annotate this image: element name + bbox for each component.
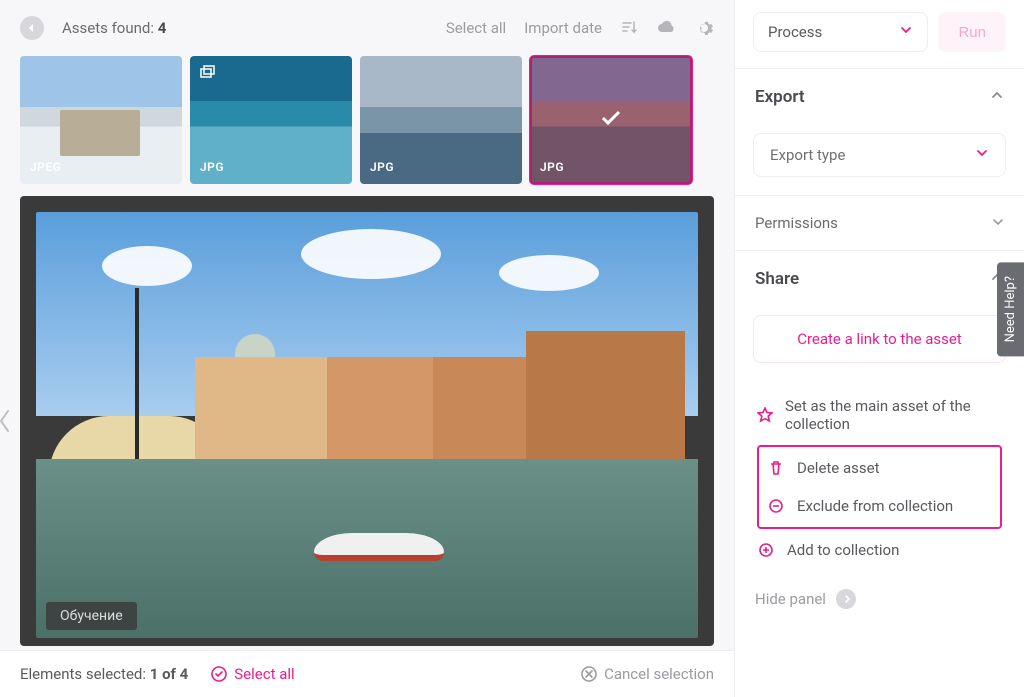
cancel-selection-button[interactable]: Cancel selection: [580, 665, 714, 683]
hide-panel-button[interactable]: Hide panel: [735, 575, 1024, 623]
delete-asset-action[interactable]: Delete asset: [759, 449, 1000, 487]
permissions-panel-head[interactable]: Permissions: [735, 196, 1024, 250]
gear-icon[interactable]: [694, 18, 714, 38]
preview-image[interactable]: [36, 212, 698, 638]
prev-arrow[interactable]: [0, 409, 12, 437]
need-help-tab[interactable]: Need Help?: [997, 262, 1024, 356]
select-all-button[interactable]: Select all: [210, 665, 294, 683]
preview-tag[interactable]: Обучение: [46, 602, 137, 630]
actions-list: Set as the main asset of the collection …: [735, 381, 1024, 575]
run-button[interactable]: Run: [938, 12, 1006, 52]
thumbnail[interactable]: JPG: [360, 56, 522, 184]
sort-icon[interactable]: [620, 19, 638, 37]
collapse-icon: [836, 589, 856, 609]
thumbnail[interactable]: JPG: [530, 56, 692, 184]
trash-icon: [767, 460, 785, 476]
select-all-top[interactable]: Select all: [446, 19, 506, 37]
import-date-sort[interactable]: Import date: [524, 19, 602, 37]
preview-frame: Обучение: [20, 196, 714, 646]
chevron-down-icon: [992, 214, 1004, 232]
chevron-up-icon: [990, 87, 1004, 107]
check-icon: [597, 104, 625, 136]
share-panel-head[interactable]: Share: [735, 251, 1024, 307]
format-badge: JPG: [370, 160, 394, 174]
back-button[interactable]: [20, 16, 44, 40]
highlighted-actions: Delete asset Exclude from collection: [757, 445, 1002, 529]
export-type-dropdown[interactable]: Export type: [753, 133, 1006, 177]
thumbnail[interactable]: JPG: [190, 56, 352, 184]
sidebar: Process Run Export Export type: [734, 0, 1024, 697]
stack-icon: [198, 64, 216, 86]
chevron-down-icon: [975, 146, 989, 164]
process-dropdown[interactable]: Process: [753, 12, 928, 52]
toolbar: Assets found: 4 Select all Import date: [0, 0, 734, 56]
exclude-action[interactable]: Exclude from collection: [759, 487, 1000, 525]
thumbnail[interactable]: JPEG: [20, 56, 182, 184]
share-panel: Share Create a link to the asset: [735, 250, 1024, 381]
chevron-down-icon: [899, 23, 913, 41]
thumbnail-strip: JPEG JPG JPG JPG: [0, 56, 734, 196]
export-panel: Export Export type: [735, 68, 1024, 195]
format-badge: JPEG: [30, 160, 61, 174]
assets-found-label: Assets found: 4: [62, 19, 166, 37]
process-row: Process Run: [735, 4, 1024, 68]
star-icon: [757, 407, 773, 423]
cloud-upload-icon[interactable]: [656, 18, 676, 38]
create-link-button[interactable]: Create a link to the asset: [753, 315, 1006, 363]
format-badge: JPG: [200, 160, 224, 174]
preview-area: Обучение: [0, 196, 734, 650]
format-badge: JPG: [540, 160, 564, 174]
minus-circle-icon: [767, 498, 785, 514]
plus-circle-icon: [757, 542, 775, 558]
selection-count: Elements selected: 1 of 4: [20, 665, 188, 683]
bottom-bar: Elements selected: 1 of 4 Select all Can…: [0, 650, 734, 697]
permissions-panel: Permissions: [735, 195, 1024, 250]
export-panel-head[interactable]: Export: [735, 69, 1024, 125]
add-to-collection-action[interactable]: Add to collection: [749, 531, 1010, 569]
set-main-action[interactable]: Set as the main asset of the collection: [749, 387, 1010, 443]
